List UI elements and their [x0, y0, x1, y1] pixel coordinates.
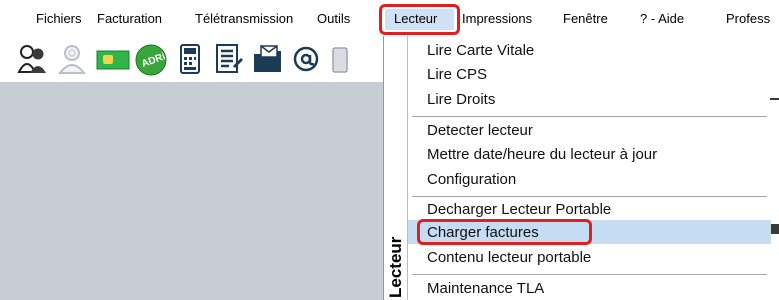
menu-item-lire-carte-vitale[interactable]: Lire Carte Vitale — [427, 42, 534, 59]
menu-item-configuration[interactable]: Configuration — [427, 171, 516, 188]
workspace-area — [0, 82, 390, 300]
menu-professionnel[interactable]: Profess — [726, 11, 770, 26]
menu-aide[interactable]: ? - Aide — [640, 11, 684, 26]
menu-item-maintenance-tla[interactable]: Maintenance TLA — [427, 280, 544, 297]
menu-teletransmission[interactable]: Télétransmission — [195, 11, 293, 26]
document-icon[interactable] — [212, 42, 243, 76]
menu-outils[interactable]: Outils — [317, 11, 350, 26]
menu-item-contenu-lecteur-portable[interactable]: Contenu lecteur portable — [427, 249, 591, 266]
menu-separator — [412, 196, 767, 197]
adri-icon[interactable]: ADRi — [133, 42, 167, 76]
menu-impressions[interactable]: Impressions — [462, 11, 532, 26]
menu-separator — [412, 274, 767, 275]
menu-item-decharger-lecteur-portable[interactable]: Decharger Lecteur Portable — [427, 201, 611, 218]
menu-bar: Fichiers Facturation Télétransmission Ou… — [0, 0, 779, 36]
menu-side-label: Lecteur — [386, 236, 405, 298]
reader-device-icon[interactable] — [175, 42, 205, 76]
menu-fenetre[interactable]: Fenêtre — [563, 11, 608, 26]
menu-item-lire-droits[interactable]: Lire Droits — [427, 91, 495, 108]
menu-separator — [412, 116, 767, 117]
background-window-edge — [770, 36, 779, 300]
toolbar: ADRi — [0, 36, 390, 82]
menu-fichiers[interactable]: Fichiers — [36, 11, 82, 26]
folder-mail-icon[interactable] — [251, 42, 281, 76]
menu-side-banner: Lecteur — [384, 36, 408, 300]
card-icon[interactable] — [95, 42, 130, 76]
at-icon[interactable] — [290, 42, 320, 76]
edge-line — [770, 98, 779, 100]
users-icon[interactable] — [16, 42, 46, 76]
edge-block — [770, 224, 779, 234]
menu-item-mettre-date-heure[interactable]: Mettre date/heure du lecteur à jour — [427, 146, 657, 163]
menu-facturation[interactable]: Facturation — [97, 11, 162, 26]
toolbar-overflow-icon[interactable] — [329, 42, 369, 76]
menu-item-detecter-lecteur[interactable]: Detecter lecteur — [427, 122, 533, 139]
item-annotation-box — [417, 219, 592, 245]
menu-item-lire-cps[interactable]: Lire CPS — [427, 66, 487, 83]
lecteur-dropdown-menu: Lecteur Lire Carte Vitale Lire CPS Lire … — [383, 36, 771, 300]
user-search-icon[interactable] — [56, 42, 87, 76]
menu-annotation-box — [379, 4, 460, 35]
